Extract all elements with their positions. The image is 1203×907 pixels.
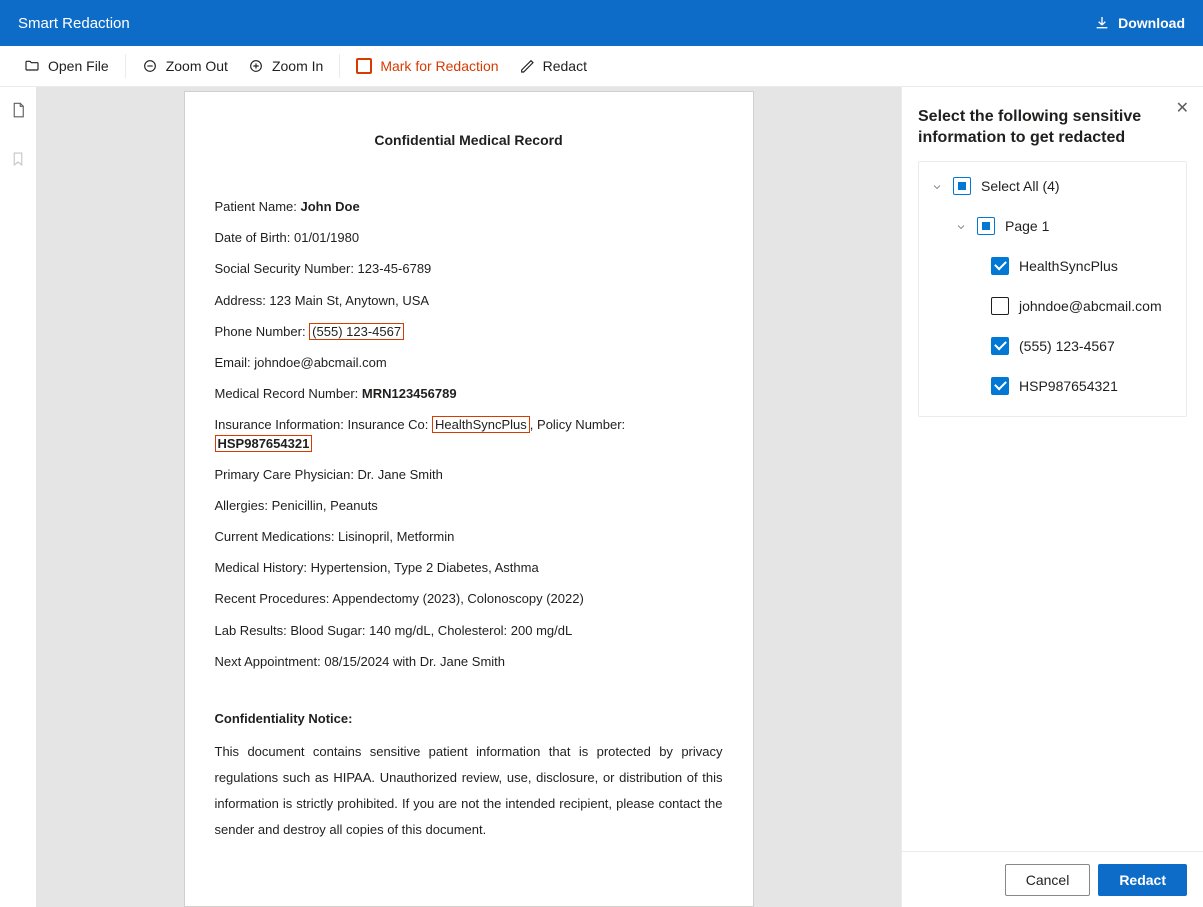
main-area: Confidential Medical Record Patient Name… — [0, 87, 1203, 907]
mark-square-icon — [356, 58, 372, 74]
tree-item[interactable]: johndoe@abcmail.com — [919, 286, 1186, 326]
app-title: Smart Redaction — [18, 15, 130, 32]
tree-page-node[interactable]: Page 1 — [919, 206, 1186, 246]
cancel-button[interactable]: Cancel — [1005, 864, 1091, 896]
doc-line-address: Address: 123 Main St, Anytown, USA — [215, 292, 723, 310]
document-page: Confidential Medical Record Patient Name… — [184, 91, 754, 907]
redaction-mark-phone[interactable]: (555) 123-4567 — [309, 323, 404, 340]
redaction-panel: ✕ Select the following sensitive informa… — [902, 87, 1203, 907]
tree-item[interactable]: HSP987654321 — [919, 366, 1186, 406]
doc-line-phone: Phone Number: (555) 123-4567 — [215, 323, 723, 341]
redact-icon — [519, 58, 535, 74]
toolbar-separator — [339, 54, 340, 78]
doc-line-allergies: Allergies: Penicillin, Peanuts — [215, 497, 723, 515]
chevron-down-icon — [931, 180, 943, 192]
zoom-out-label: Zoom Out — [166, 58, 228, 74]
doc-line-labs: Lab Results: Blood Sugar: 140 mg/dL, Cho… — [215, 622, 723, 640]
checkbox-select-all[interactable] — [953, 177, 971, 195]
app-header: Smart Redaction Download — [0, 0, 1203, 46]
toolbar-separator — [125, 54, 126, 78]
folder-icon — [24, 58, 40, 74]
download-button[interactable]: Download — [1094, 15, 1185, 31]
redaction-tree: Select All (4) Page 1 HealthSyncPlus joh… — [918, 161, 1187, 417]
left-rail — [0, 87, 36, 907]
redaction-mark-ins-co[interactable]: HealthSyncPlus — [432, 416, 530, 433]
checkbox-item[interactable] — [991, 257, 1009, 275]
redact-apply-button[interactable]: Redact — [1098, 864, 1187, 896]
checkbox-page[interactable] — [977, 217, 995, 235]
doc-line-mrn: Medical Record Number: MRN123456789 — [215, 385, 723, 403]
doc-line-dob: Date of Birth: 01/01/1980 — [215, 229, 723, 247]
zoom-in-icon — [248, 58, 264, 74]
download-icon — [1094, 15, 1110, 31]
select-all-label: Select All (4) — [981, 178, 1060, 194]
tree-item-label: HealthSyncPlus — [1019, 258, 1118, 274]
chevron-down-icon — [955, 220, 967, 232]
tree-item-label: johndoe@abcmail.com — [1019, 298, 1162, 314]
open-file-label: Open File — [48, 58, 109, 74]
page-label: Page 1 — [1005, 218, 1049, 234]
doc-line-ssn: Social Security Number: 123-45-6789 — [215, 260, 723, 278]
document-canvas[interactable]: Confidential Medical Record Patient Name… — [36, 87, 902, 907]
tree-item-label: HSP987654321 — [1019, 378, 1118, 394]
notice-heading: Confidentiality Notice: — [215, 711, 723, 726]
toolbar: Open File Zoom Out Zoom In Mark for Reda… — [0, 46, 1203, 87]
tree-item-label: (555) 123-4567 — [1019, 338, 1115, 354]
bookmark-icon[interactable] — [9, 150, 27, 171]
checkbox-item[interactable] — [991, 297, 1009, 315]
checkbox-item[interactable] — [991, 377, 1009, 395]
checkbox-item[interactable] — [991, 337, 1009, 355]
notice-body: This document contains sensitive patient… — [215, 739, 723, 843]
doc-line-meds: Current Medications: Lisinopril, Metform… — [215, 528, 723, 546]
zoom-out-button[interactable]: Zoom Out — [132, 50, 238, 82]
close-panel-button[interactable]: ✕ — [1176, 98, 1189, 118]
doc-line-pcp: Primary Care Physician: Dr. Jane Smith — [215, 466, 723, 484]
doc-line-procedures: Recent Procedures: Appendectomy (2023), … — [215, 590, 723, 608]
tree-item[interactable]: HealthSyncPlus — [919, 246, 1186, 286]
doc-line-history: Medical History: Hypertension, Type 2 Di… — [215, 559, 723, 577]
panel-footer: Cancel Redact — [902, 851, 1203, 907]
doc-line-patient: Patient Name: John Doe — [215, 198, 723, 216]
redaction-mark-policy[interactable]: HSP987654321 — [215, 435, 313, 452]
doc-line-insurance: Insurance Information: Insurance Co: Hea… — [215, 416, 723, 452]
doc-line-email: Email: johndoe@abcmail.com — [215, 354, 723, 372]
tree-select-all[interactable]: Select All (4) — [919, 166, 1186, 206]
mark-redaction-label: Mark for Redaction — [380, 58, 498, 74]
tree-item[interactable]: (555) 123-4567 — [919, 326, 1186, 366]
doc-title: Confidential Medical Record — [215, 132, 723, 148]
zoom-out-icon — [142, 58, 158, 74]
open-file-button[interactable]: Open File — [14, 50, 119, 82]
doc-line-appt: Next Appointment: 08/15/2024 with Dr. Ja… — [215, 653, 723, 671]
redact-label: Redact — [543, 58, 587, 74]
pages-icon[interactable] — [9, 101, 27, 122]
redact-button[interactable]: Redact — [509, 50, 597, 82]
mark-redaction-button[interactable]: Mark for Redaction — [346, 50, 508, 82]
zoom-in-label: Zoom In — [272, 58, 323, 74]
download-label: Download — [1118, 15, 1185, 31]
panel-title: Select the following sensitive informati… — [918, 107, 1187, 149]
zoom-in-button[interactable]: Zoom In — [238, 50, 333, 82]
